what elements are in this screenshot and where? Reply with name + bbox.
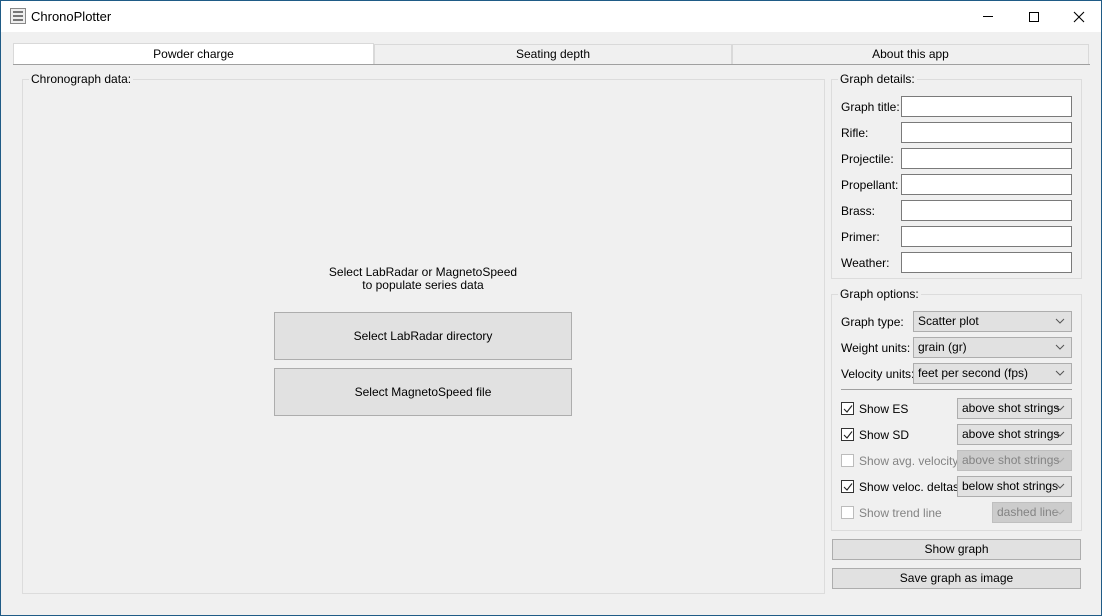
checkmark-icon (843, 405, 853, 413)
brass-input[interactable] (901, 200, 1072, 221)
window-title: ChronoPlotter (31, 9, 112, 24)
show-avg-velocity-label[interactable]: Show avg. velocity (859, 454, 958, 468)
checkmark-icon (843, 431, 853, 439)
minimize-icon (983, 16, 993, 17)
trend-line-style-select[interactable]: dashed line (992, 502, 1072, 523)
projectile-label: Projectile: (841, 152, 894, 166)
weather-input[interactable] (901, 252, 1072, 273)
graph-title-input[interactable] (901, 96, 1072, 117)
hint-line-2: to populate series data (362, 278, 484, 292)
chevron-down-icon (1055, 344, 1065, 350)
brass-label: Brass: (841, 204, 876, 218)
chevron-down-icon (1055, 405, 1065, 411)
chronograph-group-title: Chronograph data: (29, 72, 134, 86)
weight-units-value: grain (gr) (918, 340, 967, 354)
maximize-button[interactable] (1011, 1, 1057, 32)
tab-bar: Powder charge Seating depth About this a… (13, 43, 1090, 65)
trend-line-style-value: dashed line (997, 505, 1059, 519)
close-button[interactable] (1056, 1, 1102, 32)
minimize-button[interactable] (965, 1, 1011, 32)
show-es-checkbox[interactable] (841, 402, 854, 415)
primer-label: Primer: (841, 230, 880, 244)
graph-type-value: Scatter plot (918, 314, 979, 328)
tab-powder-charge[interactable]: Powder charge (13, 43, 374, 64)
show-es-label[interactable]: Show ES (859, 402, 908, 416)
chevron-down-icon (1055, 457, 1065, 463)
select-labradar-button[interactable]: Select LabRadar directory (274, 312, 572, 360)
weight-units-select[interactable]: grain (gr) (913, 337, 1072, 358)
show-veloc-deltas-position-value: below shot strings (962, 479, 1059, 493)
show-graph-button[interactable]: Show graph (832, 539, 1081, 560)
tab-seating-depth[interactable]: Seating depth (374, 44, 732, 64)
show-veloc-deltas-position-select[interactable]: below shot strings (957, 476, 1072, 497)
primer-input[interactable] (901, 226, 1072, 247)
show-trend-line-checkbox[interactable] (841, 506, 854, 519)
show-es-position-value: above shot strings (962, 401, 1060, 415)
show-avg-velocity-checkbox[interactable] (841, 454, 854, 467)
velocity-units-value: feet per second (fps) (918, 366, 1029, 380)
velocity-units-select[interactable]: feet per second (fps) (913, 363, 1072, 384)
show-trend-line-label[interactable]: Show trend line (859, 506, 942, 520)
maximize-icon (1029, 11, 1039, 22)
title-bar: ChronoPlotter (1, 1, 1101, 32)
graph-details-title: Graph details: (838, 72, 917, 86)
show-veloc-deltas-label[interactable]: Show veloc. deltas (859, 480, 959, 494)
app-icon (10, 8, 26, 24)
show-sd-label[interactable]: Show SD (859, 428, 909, 442)
graph-options-title: Graph options: (838, 287, 921, 301)
show-veloc-deltas-checkbox[interactable] (841, 480, 854, 493)
propellant-input[interactable] (901, 174, 1072, 195)
weather-label: Weather: (841, 256, 890, 270)
graph-type-select[interactable]: Scatter plot (913, 311, 1072, 332)
rifle-input[interactable] (901, 122, 1072, 143)
show-sd-checkbox[interactable] (841, 428, 854, 441)
options-separator (841, 389, 1072, 390)
chevron-down-icon (1055, 509, 1065, 515)
show-sd-position-value: above shot strings (962, 427, 1060, 441)
projectile-input[interactable] (901, 148, 1072, 169)
show-avg-velocity-position-select[interactable]: above shot strings (957, 450, 1072, 471)
weight-units-label: Weight units: (841, 341, 911, 355)
chevron-down-icon (1055, 483, 1065, 489)
rifle-label: Rifle: (841, 126, 869, 140)
velocity-units-label: Velocity units: (841, 367, 915, 381)
select-magnetospeed-button[interactable]: Select MagnetoSpeed file (274, 368, 572, 416)
graph-type-label: Graph type: (841, 315, 904, 329)
chevron-down-icon (1055, 431, 1065, 437)
propellant-label: Propellant: (841, 178, 899, 192)
tab-about[interactable]: About this app (732, 44, 1089, 64)
chevron-down-icon (1055, 318, 1065, 324)
close-icon (1073, 11, 1085, 22)
checkmark-icon (843, 483, 853, 491)
show-es-position-select[interactable]: above shot strings (957, 398, 1072, 419)
chevron-down-icon (1055, 370, 1065, 376)
series-hint: Select LabRadar or MagnetoSpeed to popul… (274, 266, 572, 292)
graph-title-label: Graph title: (841, 100, 900, 114)
show-sd-position-select[interactable]: above shot strings (957, 424, 1072, 445)
save-graph-button[interactable]: Save graph as image (832, 568, 1081, 589)
show-avg-velocity-position-value: above shot strings (962, 453, 1060, 467)
